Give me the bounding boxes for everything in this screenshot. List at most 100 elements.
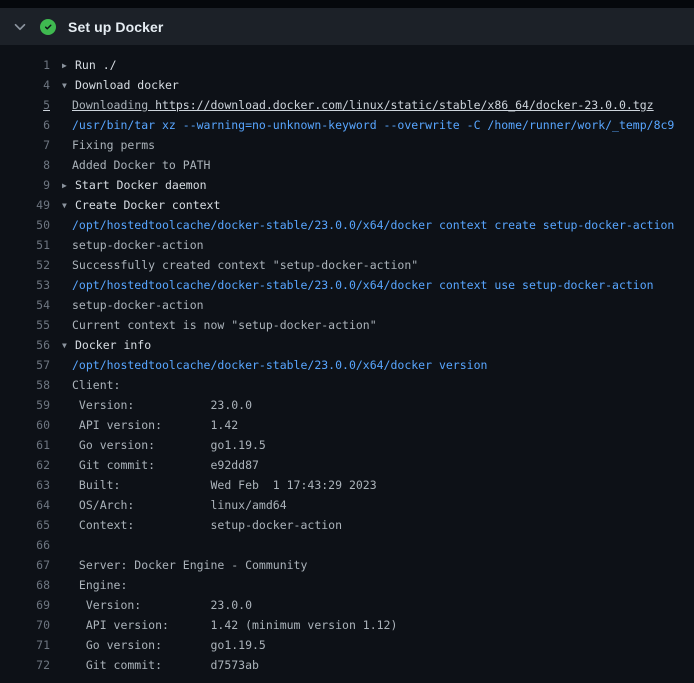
log-text: Git commit: d7573ab — [62, 655, 259, 675]
log-line-8: 8Added Docker to PATH — [0, 155, 694, 175]
log-text: /opt/hostedtoolcache/docker-stable/23.0.… — [62, 275, 654, 295]
log-text: Version: 23.0.0 — [62, 395, 252, 415]
log-text: Downloading https://download.docker.com/… — [62, 95, 654, 115]
log-line-62: 62 Git commit: e92dd87 — [0, 455, 694, 475]
line-number[interactable]: 7 — [0, 135, 62, 155]
log-text: setup-docker-action — [62, 235, 204, 255]
log-text: API version: 1.42 (minimum version 1.12) — [62, 615, 397, 635]
line-number[interactable]: 58 — [0, 375, 62, 395]
line-number[interactable]: 60 — [0, 415, 62, 435]
log-line-49[interactable]: 49▼Create Docker context — [0, 195, 694, 215]
log-line-5: 5Downloading https://download.docker.com… — [0, 95, 694, 115]
line-number[interactable]: 69 — [0, 595, 62, 615]
group-header[interactable]: ▼Create Docker context — [62, 195, 220, 216]
log-text: Git commit: e92dd87 — [62, 455, 259, 475]
line-number[interactable]: 64 — [0, 495, 62, 515]
chevron-down-icon[interactable] — [14, 21, 28, 33]
line-number[interactable]: 53 — [0, 275, 62, 295]
log-line-66: 66 — [0, 535, 694, 555]
log-line-52: 52Successfully created context "setup-do… — [0, 255, 694, 275]
line-number[interactable]: 65 — [0, 515, 62, 535]
group-title: Create Docker context — [75, 198, 220, 212]
line-number[interactable]: 61 — [0, 435, 62, 455]
group-header[interactable]: ▼Download docker — [62, 75, 179, 96]
line-number[interactable]: 72 — [0, 655, 62, 675]
log-line-4[interactable]: 4▼Download docker — [0, 75, 694, 95]
success-check-icon — [40, 19, 58, 35]
line-number[interactable]: 67 — [0, 555, 62, 575]
log-line-51: 51setup-docker-action — [0, 235, 694, 255]
log-line-7: 7Fixing perms — [0, 135, 694, 155]
log-text: Built: Wed Feb 1 17:43:29 2023 — [62, 475, 377, 495]
log-text: Fixing perms — [62, 135, 155, 155]
log-line-59: 59 Version: 23.0.0 — [0, 395, 694, 415]
log-line-68: 68 Engine: — [0, 575, 694, 595]
line-number[interactable]: 50 — [0, 215, 62, 235]
step-header[interactable]: Set up Docker — [0, 8, 694, 45]
line-number[interactable]: 68 — [0, 575, 62, 595]
group-collapsed-arrow-icon[interactable]: ▶ — [62, 176, 75, 196]
log-line-57: 57/opt/hostedtoolcache/docker-stable/23.… — [0, 355, 694, 375]
group-header[interactable]: ▶Run ./ — [62, 55, 117, 76]
line-number[interactable]: 4 — [0, 75, 62, 95]
group-collapsed-arrow-icon[interactable]: ▶ — [62, 56, 75, 76]
log-text-prefix: Downloading — [72, 98, 155, 112]
group-header[interactable]: ▼Docker info — [62, 335, 151, 356]
group-title: Docker info — [75, 338, 151, 352]
log-line-56[interactable]: 56▼Docker info — [0, 335, 694, 355]
log-line-69: 69 Version: 23.0.0 — [0, 595, 694, 615]
line-number[interactable]: 70 — [0, 615, 62, 635]
group-header[interactable]: ▶Start Docker daemon — [62, 175, 207, 196]
step-title: Set up Docker — [68, 19, 163, 35]
line-number[interactable]: 71 — [0, 635, 62, 655]
log-line-1[interactable]: 1▶Run ./ — [0, 55, 694, 75]
log-text: Added Docker to PATH — [62, 155, 210, 175]
log-line-58: 58Client: — [0, 375, 694, 395]
line-number[interactable]: 52 — [0, 255, 62, 275]
line-number[interactable]: 5 — [0, 95, 62, 115]
group-expanded-arrow-icon[interactable]: ▼ — [62, 76, 75, 96]
log-text: Go version: go1.19.5 — [62, 435, 266, 455]
log-line-60: 60 API version: 1.42 — [0, 415, 694, 435]
log-text: OS/Arch: linux/amd64 — [62, 495, 287, 515]
log-line-72: 72 Git commit: d7573ab — [0, 655, 694, 675]
line-number[interactable]: 1 — [0, 55, 62, 75]
log-text: Go version: go1.19.5 — [62, 635, 266, 655]
log-area: 1▶Run ./4▼Download docker5Downloading ht… — [0, 45, 694, 683]
line-number[interactable]: 59 — [0, 395, 62, 415]
log-text: Context: setup-docker-action — [62, 515, 342, 535]
line-number[interactable]: 51 — [0, 235, 62, 255]
log-text: /usr/bin/tar xz --warning=no-unknown-key… — [62, 115, 674, 135]
line-number[interactable]: 56 — [0, 335, 62, 355]
log-line-63: 63 Built: Wed Feb 1 17:43:29 2023 — [0, 475, 694, 495]
group-title: Run ./ — [75, 58, 117, 72]
log-text: Successfully created context "setup-dock… — [62, 255, 418, 275]
log-line-54: 54setup-docker-action — [0, 295, 694, 315]
log-line-55: 55Current context is now "setup-docker-a… — [0, 315, 694, 335]
log-line-9[interactable]: 9▶Start Docker daemon — [0, 175, 694, 195]
line-number[interactable]: 55 — [0, 315, 62, 335]
group-expanded-arrow-icon[interactable]: ▼ — [62, 196, 75, 216]
log-text: Version: 23.0.0 — [62, 595, 252, 615]
line-number[interactable]: 66 — [0, 535, 62, 555]
line-number[interactable]: 8 — [0, 155, 62, 175]
log-text: /opt/hostedtoolcache/docker-stable/23.0.… — [62, 355, 487, 375]
log-text: Client: — [62, 375, 120, 395]
line-number[interactable]: 63 — [0, 475, 62, 495]
line-number[interactable]: 62 — [0, 455, 62, 475]
line-number[interactable]: 6 — [0, 115, 62, 135]
log-line-61: 61 Go version: go1.19.5 — [0, 435, 694, 455]
log-text: /opt/hostedtoolcache/docker-stable/23.0.… — [62, 215, 674, 235]
download-url-link[interactable]: https://download.docker.com/linux/static… — [155, 98, 654, 112]
line-number[interactable]: 49 — [0, 195, 62, 215]
log-line-67: 67 Server: Docker Engine - Community — [0, 555, 694, 575]
line-number[interactable]: 57 — [0, 355, 62, 375]
group-title: Start Docker daemon — [75, 178, 207, 192]
log-line-53: 53/opt/hostedtoolcache/docker-stable/23.… — [0, 275, 694, 295]
log-line-71: 71 Go version: go1.19.5 — [0, 635, 694, 655]
group-expanded-arrow-icon[interactable]: ▼ — [62, 336, 75, 356]
log-text: setup-docker-action — [62, 295, 204, 315]
line-number[interactable]: 9 — [0, 175, 62, 195]
group-title: Download docker — [75, 78, 179, 92]
line-number[interactable]: 54 — [0, 295, 62, 315]
